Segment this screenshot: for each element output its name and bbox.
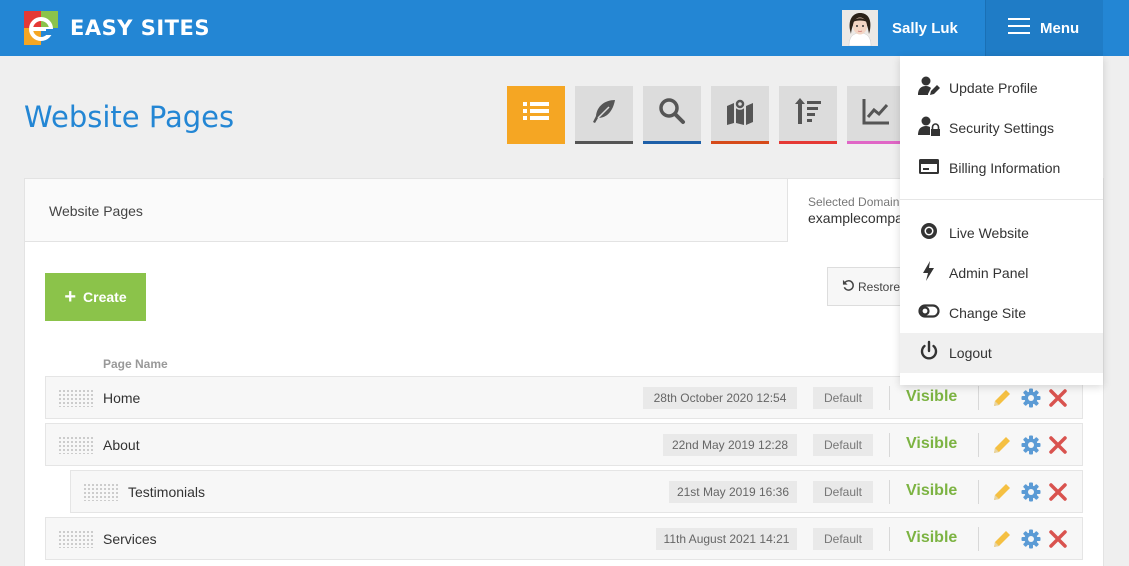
menu-item-logout[interactable]: Logout: [900, 333, 1103, 373]
tool-content-button[interactable]: [575, 86, 633, 144]
create-button[interactable]: + Create: [45, 273, 146, 321]
table-row: About 22nd May 2019 12:28 Default Visibl…: [45, 423, 1083, 466]
top-bar: EASY SITES Sally Luk Menu: [0, 0, 1129, 56]
settings-gear-icon[interactable]: [1020, 528, 1042, 550]
template-badge: Default: [813, 387, 873, 409]
user-menu-dropdown: Update Profile Security Settings Billing…: [900, 56, 1103, 385]
page-name[interactable]: About: [103, 437, 140, 453]
divider: [978, 433, 979, 457]
visibility-status[interactable]: Visible: [906, 388, 957, 406]
tool-map-button[interactable]: [711, 86, 769, 144]
chart-icon: [861, 96, 891, 131]
settings-gear-icon[interactable]: [1020, 481, 1042, 503]
panel-header: Website Pages: [25, 179, 788, 242]
menu-button[interactable]: Menu: [985, 0, 1103, 56]
menu-item-label: Live Website: [949, 225, 1029, 241]
menu-item-label: Security Settings: [949, 120, 1055, 136]
settings-gear-icon[interactable]: [1020, 434, 1042, 456]
template-badge: Default: [813, 434, 873, 456]
edit-pencil-icon[interactable]: [991, 434, 1013, 456]
domain-value[interactable]: examplecompa: [808, 210, 903, 226]
bolt-icon: [918, 260, 940, 287]
undo-icon: [842, 279, 855, 295]
divider: [889, 480, 890, 504]
domain-label: Selected Domain: [808, 195, 900, 209]
drag-handle-icon[interactable]: [58, 388, 93, 407]
table-row: Testimonials 21st May 2019 16:36 Default…: [70, 470, 1083, 513]
tool-sort-button[interactable]: [779, 86, 837, 144]
visibility-status[interactable]: Visible: [906, 529, 957, 547]
delete-x-icon[interactable]: [1047, 434, 1069, 456]
panel-title: Website Pages: [49, 203, 143, 219]
menu-divider: [900, 199, 1103, 200]
modified-date: 22nd May 2019 12:28: [663, 434, 797, 456]
divider: [978, 480, 979, 504]
sort-icon: [793, 96, 823, 131]
template-badge: Default: [813, 528, 873, 550]
modified-date: 28th October 2020 12:54: [643, 387, 797, 409]
divider: [889, 433, 890, 457]
drag-handle-icon[interactable]: [58, 529, 93, 548]
drag-handle-icon[interactable]: [83, 482, 118, 501]
edit-pencil-icon[interactable]: [991, 481, 1013, 503]
menu-item-label: Billing Information: [949, 160, 1061, 176]
divider: [978, 386, 979, 410]
power-icon: [918, 340, 940, 367]
search-icon: [657, 96, 687, 131]
chrome-icon: [918, 220, 940, 247]
menu-item-label: Admin Panel: [949, 265, 1029, 281]
page-title: Website Pages: [24, 100, 235, 134]
modified-date: 11th August 2021 14:21: [656, 528, 797, 550]
modified-date: 21st May 2019 16:36: [669, 481, 797, 503]
delete-x-icon[interactable]: [1047, 528, 1069, 550]
tool-pages-button[interactable]: [507, 86, 565, 144]
delete-x-icon[interactable]: [1047, 481, 1069, 503]
easy-sites-logo-icon: [24, 11, 58, 45]
template-badge: Default: [813, 481, 873, 503]
user-lock-icon: [918, 115, 940, 142]
page-name[interactable]: Testimonials: [128, 484, 205, 500]
user-edit-icon: [918, 75, 940, 102]
menu-item-update-profile[interactable]: Update Profile: [900, 68, 1103, 108]
menu-item-billing-information[interactable]: Billing Information: [900, 148, 1103, 188]
delete-x-icon[interactable]: [1047, 387, 1069, 409]
restore-label: Restore: [858, 279, 901, 294]
menu-item-security-settings[interactable]: Security Settings: [900, 108, 1103, 148]
page-name[interactable]: Services: [103, 531, 157, 547]
table-row: Services 11th August 2021 14:21 Default …: [45, 517, 1083, 560]
visibility-status[interactable]: Visible: [906, 482, 957, 500]
tool-stats-button[interactable]: [847, 86, 905, 144]
user-profile[interactable]: Sally Luk: [842, 10, 958, 46]
brand[interactable]: EASY SITES: [24, 11, 210, 45]
menu-item-label: Update Profile: [949, 80, 1038, 96]
menu-item-label: Logout: [949, 345, 992, 361]
user-name: Sally Luk: [892, 19, 958, 37]
hamburger-icon: [1008, 17, 1030, 39]
drag-handle-icon[interactable]: [58, 435, 93, 454]
feather-icon: [589, 96, 619, 131]
list-icon: [521, 96, 551, 131]
toggle-icon: [918, 300, 940, 327]
edit-pencil-icon[interactable]: [991, 387, 1013, 409]
divider: [889, 527, 890, 551]
menu-item-change-site[interactable]: Change Site: [900, 293, 1103, 333]
settings-gear-icon[interactable]: [1020, 387, 1042, 409]
plus-icon: +: [64, 286, 77, 308]
page-name[interactable]: Home: [103, 390, 140, 406]
brand-name: EASY SITES: [70, 16, 210, 40]
map-icon: [725, 96, 755, 131]
menu-item-label: Change Site: [949, 305, 1027, 321]
column-header-page-name: Page Name: [103, 357, 168, 371]
avatar: [842, 10, 878, 46]
create-label: Create: [83, 289, 127, 305]
edit-pencil-icon[interactable]: [991, 528, 1013, 550]
menu-item-admin-panel[interactable]: Admin Panel: [900, 253, 1103, 293]
divider: [978, 527, 979, 551]
visibility-status[interactable]: Visible: [906, 435, 957, 453]
menu-label: Menu: [1040, 19, 1080, 37]
menu-item-live-website[interactable]: Live Website: [900, 213, 1103, 253]
divider: [889, 386, 890, 410]
tool-seo-button[interactable]: [643, 86, 701, 144]
credit-card-icon: [918, 155, 940, 182]
